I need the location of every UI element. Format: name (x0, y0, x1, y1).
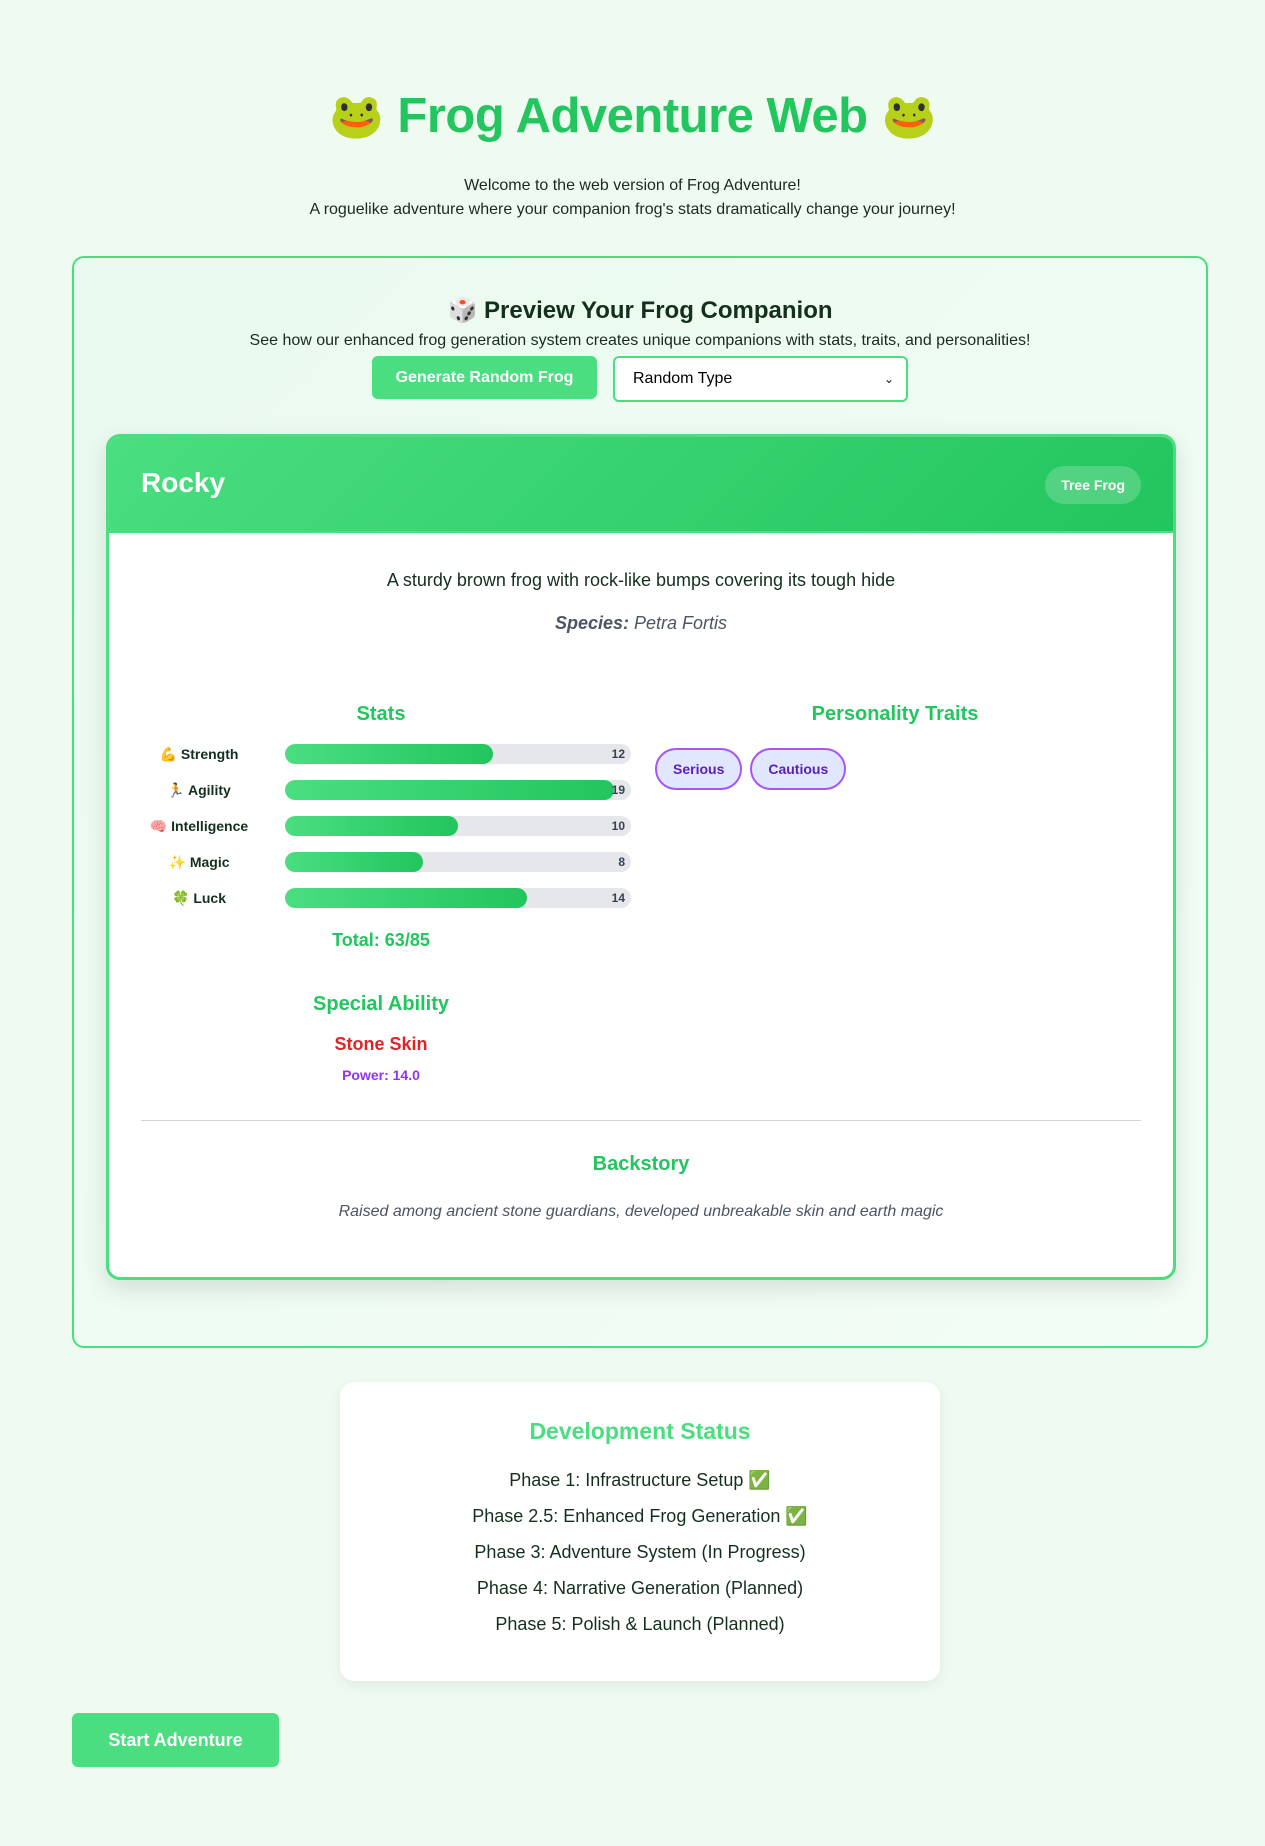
chevron-down-icon: ⌄ (883, 372, 894, 386)
preview-description: See how our enhanced frog generation sys… (249, 332, 1031, 349)
special-ability-name: Stone Skin (334, 1034, 428, 1054)
intro-text: Welcome to the web version of Frog Adven… (0, 174, 1265, 222)
frog-preview-section: 🎲 Preview Your Frog Companion See how ou… (72, 256, 1208, 1348)
traits-heading: Personality Traits (811, 703, 979, 725)
development-phase-item: Phase 4: Narrative Generation (Planned) (476, 1578, 804, 1598)
species-label: Species: (554, 613, 629, 633)
development-phase-item: Phase 3: Adventure System (In Progress) (474, 1542, 806, 1562)
stat-value: 14 (611, 891, 625, 905)
trait-list: Serious Cautious (652, 748, 1138, 790)
trait-badge: Serious (655, 748, 743, 790)
stat-row: 🍀 Luck 14 (141, 888, 631, 908)
frog-description: A sturdy brown frog with rock-like bumps… (386, 570, 896, 590)
backstory-heading: Backstory (592, 1153, 690, 1175)
stat-bar: 12 (285, 744, 631, 764)
stat-value: 12 (611, 747, 625, 761)
stat-bar: 14 (285, 888, 631, 908)
stat-label: 🧠 Intelligence (149, 817, 249, 834)
frog-type-select[interactable]: Random Type ⌄ (613, 356, 908, 402)
frog-card-header: Rocky Tree Frog (109, 437, 1173, 533)
frog-type-select-value: Random Type (633, 370, 733, 387)
intro-line: Welcome to the web version of Frog Adven… (464, 177, 801, 194)
stat-row: 🏃 Agility 19 (141, 780, 631, 800)
stats-panel: Stats 💪 Strength 12 🏃 Agility 19 🧠 Intellige… (141, 703, 631, 1083)
stat-row: 💪 Strength 12 (141, 744, 631, 764)
stat-label: 💪 Strength (159, 745, 239, 762)
development-phase-item: Phase 1: Infrastructure Setup ✅ (509, 1470, 771, 1490)
development-status-card: Development Status Phase 1: Infrastructu… (340, 1382, 940, 1681)
stat-bar-fill (285, 888, 528, 908)
trait-badge: Cautious (750, 748, 847, 790)
page-header: 🐸 Frog Adventure Web 🐸 Welcome to the we… (0, 88, 1265, 222)
stat-bar: 8 (285, 852, 631, 872)
stat-row: ✨ Magic 8 (141, 852, 631, 872)
stat-value: 8 (618, 855, 625, 869)
frog-icon: 🐸 (881, 92, 937, 141)
frog-type-badge: Tree Frog (1045, 466, 1141, 504)
special-ability-power: Power: 14.0 (342, 1067, 420, 1083)
stat-bar: 19 (285, 780, 631, 800)
special-ability-heading: Special Ability (313, 993, 449, 1015)
frog-card: Rocky Tree Frog A sturdy brown frog with… (106, 434, 1176, 1280)
stat-bar: 10 (285, 816, 631, 836)
stats-total: Total: 63/85 (332, 930, 430, 950)
development-phase-item: Phase 5: Polish & Launch (Planned) (495, 1614, 785, 1634)
stat-label: 🏃 Agility (167, 781, 231, 798)
stat-label: 🍀 Luck (172, 889, 226, 906)
start-adventure-button[interactable]: Start Adventure (72, 1713, 279, 1767)
frog-name: Rocky (141, 467, 226, 498)
development-phase-list: Phase 1: Infrastructure Setup ✅ Phase 2.5… (340, 1469, 940, 1649)
stat-value: 19 (611, 783, 625, 797)
stat-bar-fill (285, 816, 458, 836)
stat-bar-fill (285, 780, 614, 800)
frog-species: Species: Petra Fortis (109, 613, 1173, 634)
page-title: 🐸 Frog Adventure Web 🐸 (0, 88, 1265, 144)
development-phase-item: Phase 2.5: Enhanced Frog Generation ✅ (472, 1506, 808, 1526)
divider (141, 1120, 1141, 1121)
backstory-text: Raised among ancient stone guardians, de… (338, 1203, 944, 1220)
species-value: Petra Fortis (634, 613, 728, 633)
stat-bar-fill (285, 744, 493, 764)
stats-heading: Stats (356, 703, 406, 725)
stat-value: 10 (611, 819, 625, 833)
frog-icon: 🐸 (329, 92, 384, 141)
preview-controls: Generate Random Frog Random Type ⌄ (74, 356, 1206, 402)
intro-line: A roguelike adventure where your compani… (309, 201, 956, 218)
preview-title: 🎲 Preview Your Frog Companion (447, 297, 833, 324)
traits-panel: Personality Traits Serious Cautious (652, 703, 1138, 790)
generate-random-frog-button[interactable]: Generate Random Frog (372, 356, 597, 399)
stat-list: 💪 Strength 12 🏃 Agility 19 🧠 Intelligence 10 ✨… (141, 744, 631, 908)
development-status-heading: Development Status (529, 1418, 751, 1444)
stat-bar-fill (285, 852, 424, 872)
page-title-text: Frog Adventure Web (397, 89, 868, 143)
stat-label: ✨ Magic (168, 853, 230, 870)
stat-row: 🧠 Intelligence 10 (141, 816, 631, 836)
